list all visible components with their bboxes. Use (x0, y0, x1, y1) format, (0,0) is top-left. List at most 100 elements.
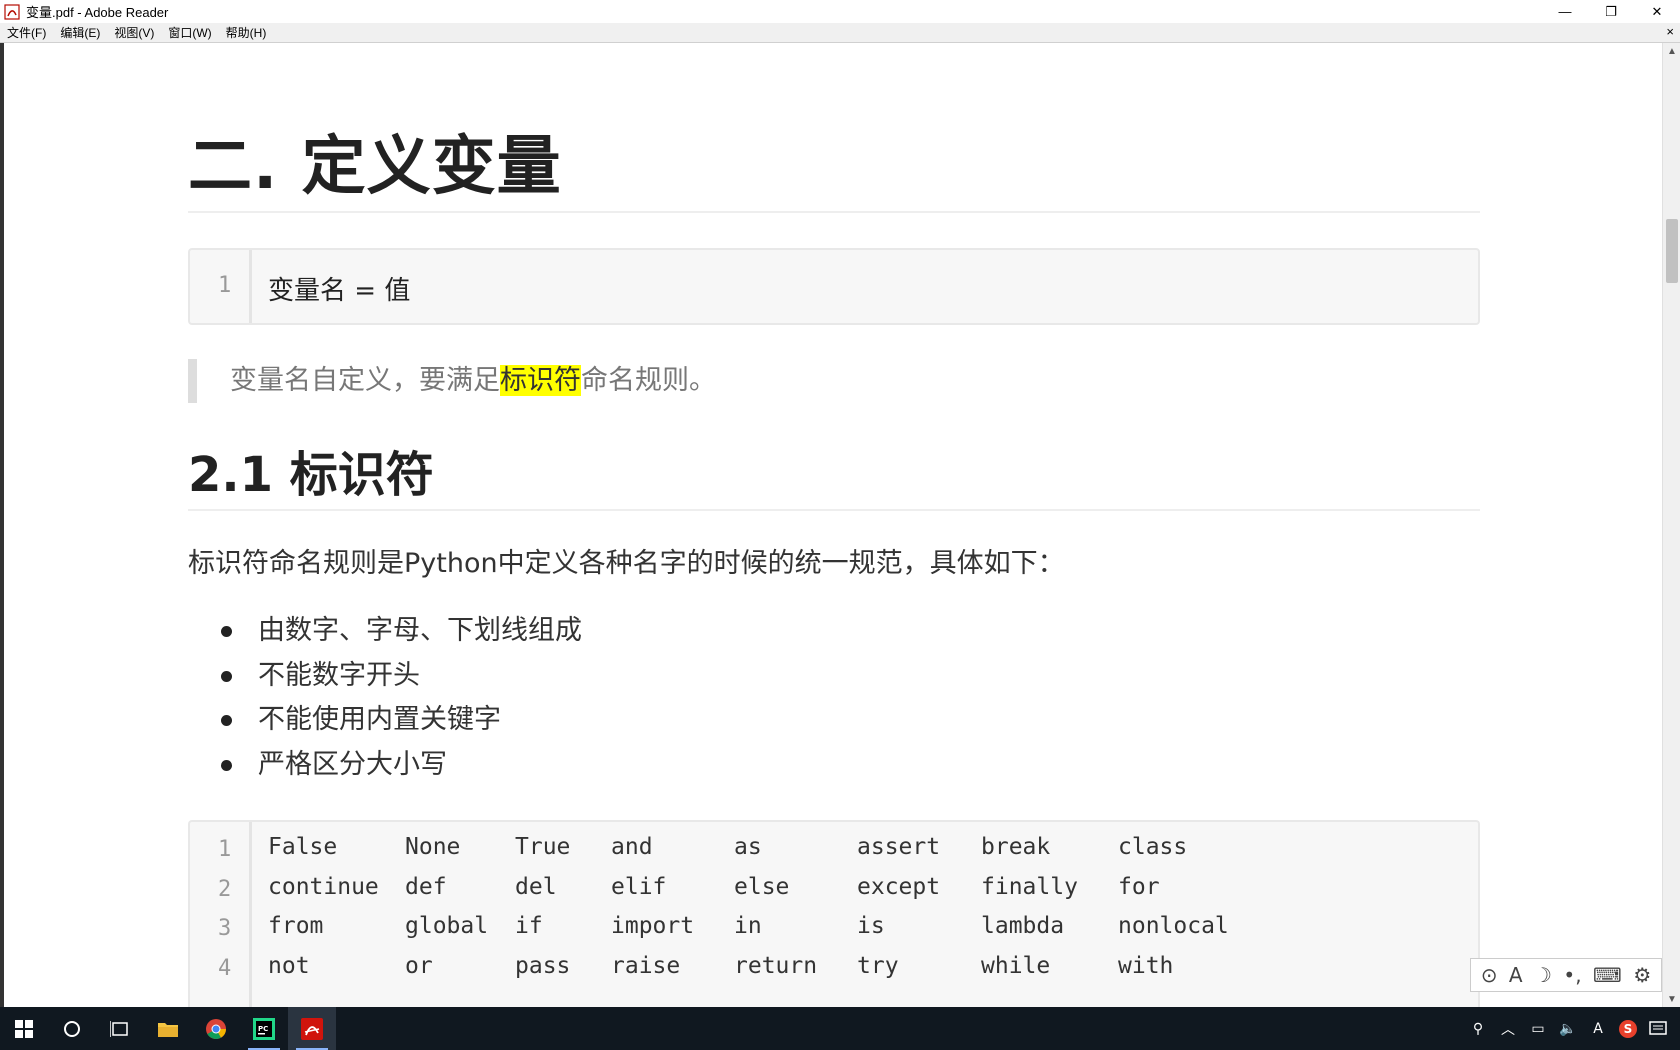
network-icon[interactable]: ▭ (1526, 1007, 1550, 1050)
list-item: 由数字、字母、下划线组成 (218, 609, 582, 654)
menu-help[interactable]: 帮助(H) (219, 24, 274, 41)
close-button[interactable]: ✕ (1634, 0, 1680, 23)
chrome-icon (206, 1018, 226, 1039)
ime-settings-icon[interactable]: ⚙ (1633, 963, 1651, 987)
adobe-reader-button[interactable] (288, 1007, 336, 1050)
file-explorer-button[interactable] (144, 1007, 192, 1050)
svg-text:PC: PC (258, 1025, 268, 1033)
keyword-cell: while (981, 953, 1051, 979)
keyword-cell: continue (268, 874, 379, 900)
ime-moon-icon[interactable]: ☽ (1534, 963, 1552, 987)
keyword-cell: False (268, 834, 338, 860)
keyword-cell: is (857, 913, 885, 939)
keyword-cell: raise (611, 953, 681, 979)
document-viewport[interactable]: 二. 定义变量 1 变量名 = 值 变量名自定义，要满足标识符命名规则。 2.1… (0, 43, 1662, 1007)
paragraph: 标识符命名规则是Python中定义各种名字的时候的统一规范，具体如下： (188, 548, 1065, 579)
quote-text: 变量名自定义，要满足 (230, 365, 500, 396)
ime-punctuation-icon[interactable]: •, (1563, 963, 1581, 987)
ime-toolbar: ⊙ A ☽ •, ⌨ ⚙ (1470, 958, 1662, 992)
keyword-cell: finally (981, 874, 1078, 900)
subsection-title: 2.1 标识符 (188, 447, 434, 503)
keyword-cell: break (981, 834, 1051, 860)
ime-keyboard-icon[interactable]: ⌨ (1593, 963, 1622, 987)
keyword-cell: lambda (981, 913, 1065, 939)
line-number: 1 (218, 837, 232, 862)
keyword-cell: else (734, 874, 790, 900)
keyword-cell: elif (611, 874, 667, 900)
keyword-cell: import (611, 913, 695, 939)
document-close-button[interactable]: × (1666, 24, 1674, 39)
people-icon[interactable]: ⚲ (1466, 1007, 1490, 1050)
line-number: 2 (218, 877, 232, 902)
scroll-thumb[interactable] (1666, 219, 1678, 283)
divider (188, 211, 1480, 213)
keyword-cell: for (1118, 874, 1160, 900)
list-item: 不能数字开头 (218, 654, 582, 699)
line-number: 1 (218, 273, 232, 298)
show-hidden-icons-icon[interactable]: ︿ (1496, 1007, 1520, 1050)
sogou-ime-icon[interactable]: S (1616, 1007, 1640, 1050)
keyword-cell: from (268, 913, 324, 939)
restore-button[interactable]: ❐ (1588, 0, 1634, 23)
list-item: 严格区分大小写 (218, 743, 582, 788)
keyword-cell: def (405, 874, 447, 900)
ime-font-icon[interactable]: A (1509, 963, 1523, 987)
windows-icon (15, 1019, 33, 1038)
adobe-reader-taskbar-icon (301, 1017, 323, 1040)
quote-text-end: 命名规则。 (581, 365, 716, 396)
keyword-cell: None (405, 834, 461, 860)
title-bar: 变量.pdf - Adobe Reader — ❐ ✕ (0, 0, 1680, 23)
keyword-cell: del (515, 874, 557, 900)
folder-icon (158, 1022, 178, 1037)
window-title: 变量.pdf - Adobe Reader (26, 5, 169, 20)
bullet-list: 由数字、字母、下划线组成 不能数字开头 不能使用内置关键字 严格区分大小写 (218, 609, 582, 787)
start-button[interactable] (0, 1007, 48, 1050)
cortana-icon (64, 1020, 80, 1037)
code-line: 变量名 = 值 (268, 276, 411, 306)
keyword-cell: pass (515, 953, 571, 979)
section-title: 二. 定义变量 (188, 130, 562, 204)
keyword-cell: class (1118, 834, 1188, 860)
scroll-down-icon[interactable]: ▼ (1663, 991, 1680, 1007)
system-tray: ⚲ ︿ ▭ 🔈 A S (1463, 1007, 1680, 1050)
keyword-cell: in (734, 913, 762, 939)
keyword-cell: global (405, 913, 489, 939)
keyword-cell: as (734, 834, 762, 860)
task-view-icon (110, 1020, 128, 1037)
pycharm-icon: PC (253, 1017, 275, 1040)
keyword-cell: except (857, 874, 941, 900)
chrome-button[interactable] (192, 1007, 240, 1050)
volume-icon[interactable]: 🔈 (1556, 1007, 1580, 1050)
list-item: 不能使用内置关键字 (218, 698, 582, 743)
highlighted-text: 标识符 (500, 365, 581, 396)
pycharm-button[interactable]: PC (240, 1007, 288, 1050)
adobe-reader-icon (4, 3, 20, 20)
code-block-keywords: 1 2 3 4 False None True and as assert break class co… (188, 820, 1480, 1007)
minimize-button[interactable]: — (1542, 0, 1588, 23)
ime-logo-icon[interactable]: ⊙ (1481, 963, 1498, 987)
vertical-scrollbar[interactable]: ▲ ▼ (1662, 43, 1680, 1007)
taskbar: PC ⚲ ︿ ▭ 🔈 A S (0, 1007, 1680, 1050)
notifications-icon[interactable] (1646, 1007, 1670, 1050)
keyword-cell: and (611, 834, 653, 860)
keyword-cell: if (515, 913, 543, 939)
task-view-button[interactable] (96, 1007, 144, 1050)
keyword-cell: or (405, 953, 433, 979)
menu-edit[interactable]: 编辑(E) (53, 24, 107, 41)
menu-view[interactable]: 视图(V) (107, 24, 161, 41)
blockquote: 变量名自定义，要满足标识符命名规则。 (188, 359, 716, 403)
line-number: 3 (218, 916, 232, 941)
keyword-cell: assert (857, 834, 941, 860)
input-language-icon[interactable]: A (1586, 1007, 1610, 1050)
keyword-cell: nonlocal (1118, 913, 1229, 939)
keyword-cell: with (1118, 953, 1174, 979)
keyword-cell: return (734, 953, 818, 979)
scroll-up-icon[interactable]: ▲ (1663, 43, 1680, 59)
menu-file[interactable]: 文件(F) (0, 24, 53, 41)
keyword-cell: try (857, 953, 899, 979)
divider (188, 509, 1480, 511)
line-number: 4 (218, 956, 232, 981)
menu-bar: 文件(F) 编辑(E) 视图(V) 窗口(W) 帮助(H) × (0, 23, 1680, 43)
menu-window[interactable]: 窗口(W) (161, 24, 218, 41)
search-button[interactable] (48, 1007, 96, 1050)
